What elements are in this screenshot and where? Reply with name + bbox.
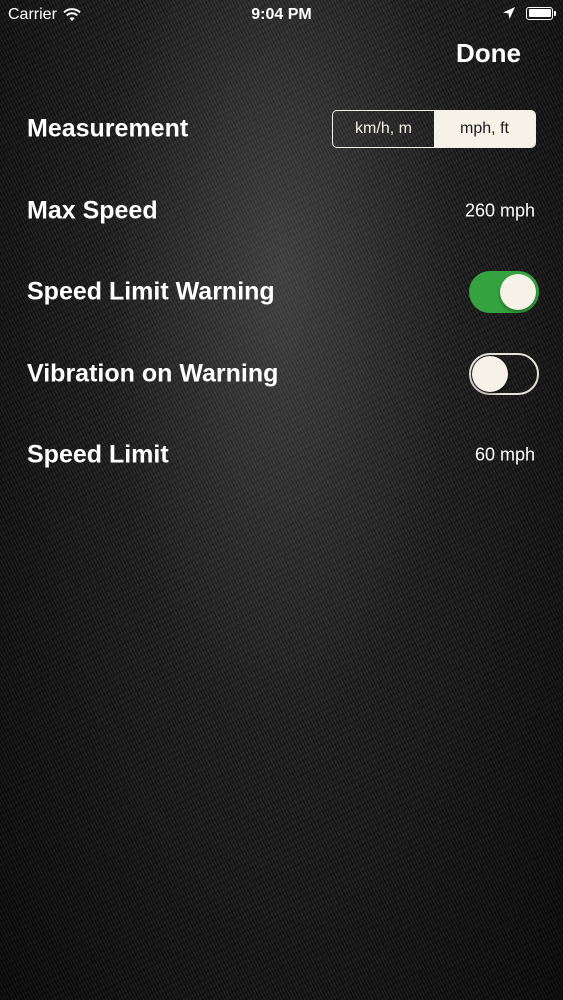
speed-limit-warning-toggle[interactable] (469, 271, 539, 313)
battery-icon (526, 6, 556, 20)
segment-km-m[interactable]: km/h, m (333, 111, 434, 147)
measurement-segmented-control[interactable]: km/h, m mph, ft (332, 110, 536, 148)
status-bar: Carrier 9:04 PM (0, 0, 563, 30)
status-time: 9:04 PM (251, 6, 312, 23)
vibration-on-warning-toggle[interactable] (469, 353, 539, 395)
speed-limit-warning-label: Speed Limit Warning (27, 277, 275, 306)
measurement-row: Measurement km/h, m mph, ft (0, 104, 563, 154)
toggle-knob (500, 274, 536, 310)
vibration-on-warning-row: Vibration on Warning (0, 349, 563, 399)
speed-limit-label: Speed Limit (27, 440, 169, 469)
speed-limit-value: 60 mph (474, 444, 535, 465)
location-arrow-icon (503, 7, 515, 19)
speed-limit-row[interactable]: Speed Limit 60 mph (0, 430, 563, 480)
segment-mph-ft[interactable]: mph, ft (434, 111, 535, 147)
max-speed-value: 260 mph (464, 200, 535, 221)
toggle-knob (472, 356, 508, 392)
max-speed-label: Max Speed (27, 196, 158, 225)
vibration-on-warning-label: Vibration on Warning (27, 359, 279, 388)
speed-limit-warning-row: Speed Limit Warning (0, 267, 563, 317)
status-right-icons (502, 6, 556, 20)
done-button[interactable]: Done (456, 38, 521, 69)
measurement-label: Measurement (27, 114, 189, 143)
max-speed-row[interactable]: Max Speed 260 mph (0, 186, 563, 236)
